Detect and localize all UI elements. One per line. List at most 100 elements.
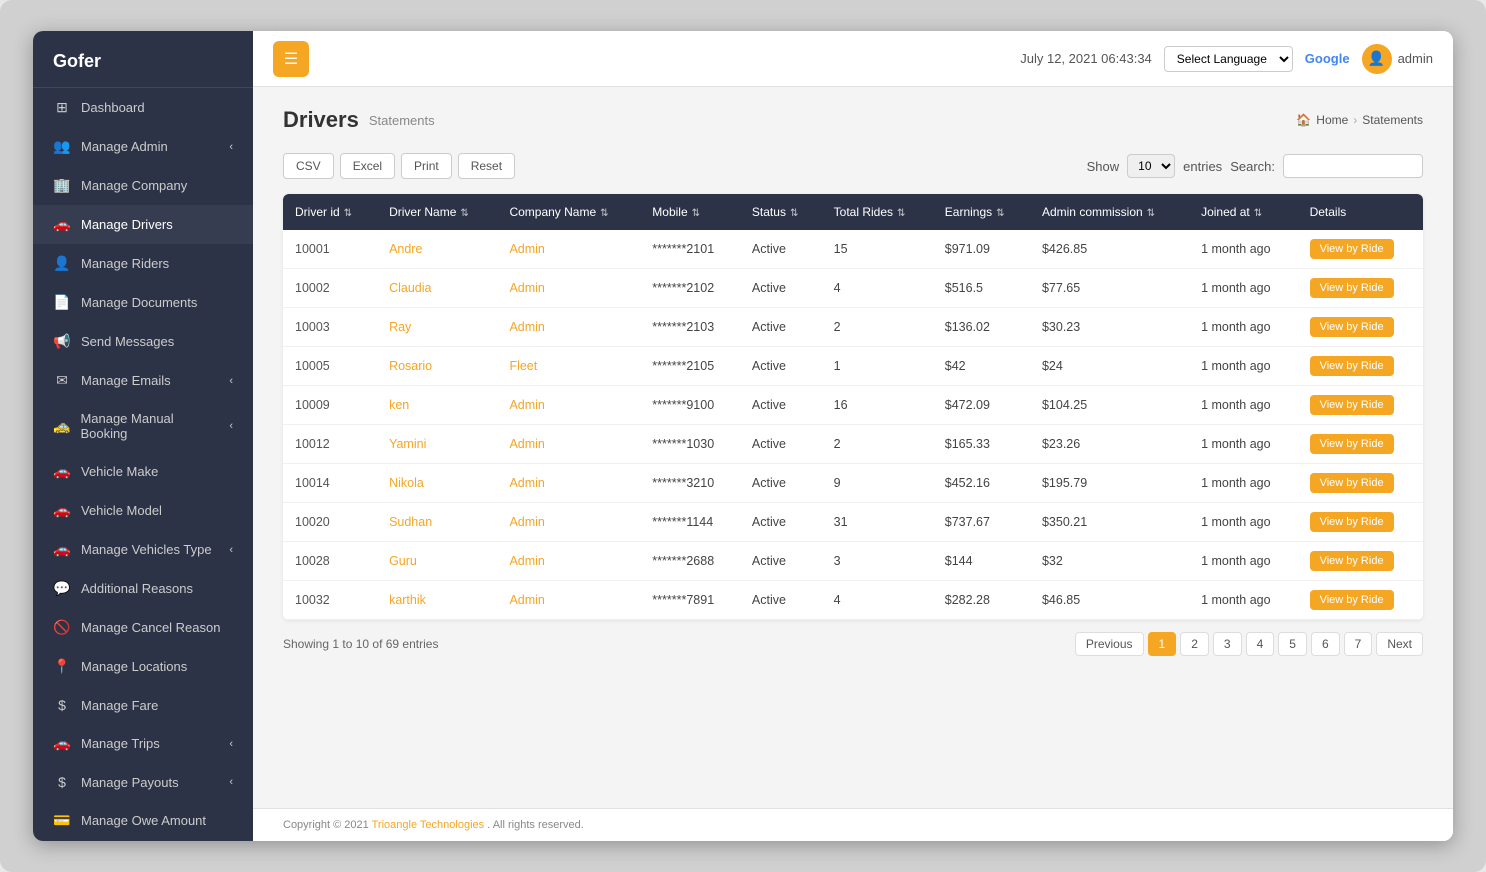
pagination: Previous1234567Next: [1075, 632, 1423, 656]
cell-joined-at: 1 month ago: [1189, 464, 1298, 503]
sidebar-item-send-messages[interactable]: 📢 Send Messages: [33, 322, 253, 361]
sidebar-item-manage-fare[interactable]: $ Manage Fare: [33, 686, 253, 724]
col-header-company_name[interactable]: Company Name⇅: [497, 194, 640, 230]
view-by-ride-button[interactable]: View by Ride: [1310, 434, 1394, 454]
view-by-ride-button[interactable]: View by Ride: [1310, 551, 1394, 571]
sidebar-item-manage-admin[interactable]: 👥 Manage Admin ‹: [33, 127, 253, 166]
manage-documents-label: Manage Documents: [81, 295, 197, 310]
sidebar-item-manage-drivers[interactable]: 🚗 Manage Drivers: [33, 205, 253, 244]
view-by-ride-button[interactable]: View by Ride: [1310, 473, 1394, 493]
admin-section: 👤 admin: [1362, 44, 1433, 74]
sidebar-item-vehicle-make[interactable]: 🚗 Vehicle Make: [33, 452, 253, 491]
table-row: 10014 Nikola Admin *******3210 Active 9 …: [283, 464, 1423, 503]
breadcrumb-home-link[interactable]: Home: [1316, 113, 1348, 127]
table-row: 10002 Claudia Admin *******2102 Active 4…: [283, 269, 1423, 308]
manage-company-icon: 🏢: [53, 177, 71, 194]
pagination-page-2[interactable]: 2: [1180, 632, 1209, 656]
sidebar-item-manage-company[interactable]: 🏢 Manage Company: [33, 166, 253, 205]
pagination-page-6[interactable]: 6: [1311, 632, 1340, 656]
cell-status: Active: [740, 269, 822, 308]
col-header-mobile[interactable]: Mobile⇅: [640, 194, 740, 230]
cell-driver-name[interactable]: Claudia: [377, 269, 497, 308]
sidebar-item-manage-emails[interactable]: ✉ Manage Emails ‹: [33, 361, 253, 400]
cell-driver-name[interactable]: Ray: [377, 308, 497, 347]
google-logo: Google: [1305, 51, 1350, 66]
col-header-total_rides[interactable]: Total Rides⇅: [822, 194, 933, 230]
view-by-ride-button[interactable]: View by Ride: [1310, 278, 1394, 298]
cell-status: Active: [740, 347, 822, 386]
table-row: 10003 Ray Admin *******2103 Active 2 $13…: [283, 308, 1423, 347]
reset-button[interactable]: Reset: [458, 153, 515, 179]
cell-company-name[interactable]: Admin: [497, 269, 640, 308]
language-select[interactable]: Select Language: [1164, 46, 1293, 72]
pagination-page-7[interactable]: 7: [1344, 632, 1373, 656]
pagination-page-4[interactable]: 4: [1246, 632, 1275, 656]
cell-earnings: $165.33: [933, 425, 1030, 464]
pagination-previous[interactable]: Previous: [1075, 632, 1144, 656]
cell-driver-name[interactable]: ken: [377, 386, 497, 425]
sidebar-item-manage-trips[interactable]: 🚗 Manage Trips ‹: [33, 724, 253, 763]
sidebar-item-dashboard[interactable]: ⊞ Dashboard: [33, 88, 253, 127]
sidebar-item-manage-documents[interactable]: 📄 Manage Documents: [33, 283, 253, 322]
view-by-ride-button[interactable]: View by Ride: [1310, 317, 1394, 337]
col-header-details[interactable]: Details: [1298, 194, 1423, 230]
cell-admin-commission: $30.23: [1030, 308, 1189, 347]
cell-driver-name[interactable]: Rosario: [377, 347, 497, 386]
cell-company-name[interactable]: Admin: [497, 425, 640, 464]
cell-earnings: $282.28: [933, 581, 1030, 620]
pagination-page-5[interactable]: 5: [1278, 632, 1307, 656]
sidebar-item-manage-cancel-reason[interactable]: 🚫 Manage Cancel Reason: [33, 608, 253, 647]
show-label: Show: [1087, 159, 1120, 174]
pagination-next[interactable]: Next: [1376, 632, 1423, 656]
sidebar: Gofer ⊞ Dashboard 👥 Manage Admin ‹ 🏢 Man…: [33, 31, 253, 841]
view-by-ride-button[interactable]: View by Ride: [1310, 512, 1394, 532]
view-by-ride-button[interactable]: View by Ride: [1310, 356, 1394, 376]
cell-driver-id: 10002: [283, 269, 377, 308]
cell-driver-name[interactable]: Andre: [377, 230, 497, 269]
table-row: 10020 Sudhan Admin *******1144 Active 31…: [283, 503, 1423, 542]
sidebar-item-manage-riders[interactable]: 👤 Manage Riders: [33, 244, 253, 283]
view-by-ride-button[interactable]: View by Ride: [1310, 590, 1394, 610]
col-header-driver_name[interactable]: Driver Name⇅: [377, 194, 497, 230]
search-input[interactable]: [1283, 154, 1423, 178]
cell-earnings: $136.02: [933, 308, 1030, 347]
cell-company-name[interactable]: Admin: [497, 503, 640, 542]
cell-company-name[interactable]: Fleet: [497, 347, 640, 386]
sidebar-item-manage-owe-amount[interactable]: 💳 Manage Owe Amount: [33, 801, 253, 840]
col-header-status[interactable]: Status⇅: [740, 194, 822, 230]
cell-total-rides: 9: [822, 464, 933, 503]
cell-company-name[interactable]: Admin: [497, 581, 640, 620]
menu-button[interactable]: ☰: [273, 41, 309, 77]
footer-company-link[interactable]: Trioangle Technologies: [372, 819, 485, 831]
sidebar-item-manage-vehicles-type[interactable]: 🚗 Manage Vehicles Type ‹: [33, 530, 253, 569]
sidebar-item-manage-locations[interactable]: 📍 Manage Locations: [33, 647, 253, 686]
view-by-ride-button[interactable]: View by Ride: [1310, 395, 1394, 415]
cell-joined-at: 1 month ago: [1189, 347, 1298, 386]
sidebar-item-vehicle-model[interactable]: 🚗 Vehicle Model: [33, 491, 253, 530]
sidebar-item-manage-manual-booking[interactable]: 🚕 Manage Manual Booking ‹: [33, 400, 253, 452]
cell-company-name[interactable]: Admin: [497, 308, 640, 347]
cell-company-name[interactable]: Admin: [497, 542, 640, 581]
excel-button[interactable]: Excel: [340, 153, 395, 179]
cell-details: View by Ride: [1298, 503, 1423, 542]
pagination-page-3[interactable]: 3: [1213, 632, 1242, 656]
cell-driver-name[interactable]: Yamini: [377, 425, 497, 464]
col-header-earnings[interactable]: Earnings⇅: [933, 194, 1030, 230]
entries-select[interactable]: 10 25 50: [1127, 154, 1175, 178]
sidebar-item-manage-payouts[interactable]: $ Manage Payouts ‹: [33, 763, 253, 801]
manage-fare-label: Manage Fare: [81, 698, 158, 713]
cell-joined-at: 1 month ago: [1189, 542, 1298, 581]
cell-company-name[interactable]: Admin: [497, 230, 640, 269]
sidebar-item-additional-reasons[interactable]: 💬 Additional Reasons: [33, 569, 253, 608]
cell-company-name[interactable]: Admin: [497, 464, 640, 503]
csv-button[interactable]: CSV: [283, 153, 334, 179]
view-by-ride-button[interactable]: View by Ride: [1310, 239, 1394, 259]
cell-company-name[interactable]: Admin: [497, 386, 640, 425]
col-header-admin_commission[interactable]: Admin commission⇅: [1030, 194, 1189, 230]
col-header-driver_id[interactable]: Driver id⇅: [283, 194, 377, 230]
entries-label: entries: [1183, 159, 1222, 174]
print-button[interactable]: Print: [401, 153, 452, 179]
cell-driver-name[interactable]: Guru: [377, 542, 497, 581]
pagination-page-1[interactable]: 1: [1148, 632, 1177, 656]
col-header-joined_at[interactable]: Joined at⇅: [1189, 194, 1298, 230]
